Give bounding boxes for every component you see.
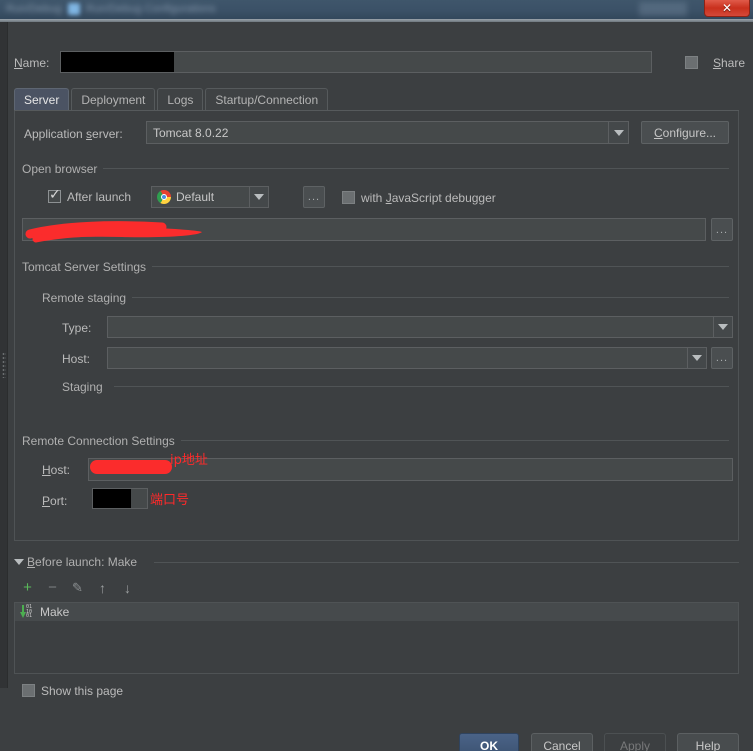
- remote-staging-label: Remote staging: [42, 291, 133, 305]
- make-compile-icon: 01 10 01: [19, 605, 35, 619]
- staging-host-combo[interactable]: [107, 347, 707, 369]
- name-input[interactable]: [60, 51, 652, 73]
- close-button[interactable]: ✕: [704, 0, 750, 17]
- staging-type-label: Type:: [62, 321, 92, 335]
- before-launch-title: Before launch: Make: [27, 555, 144, 569]
- before-launch-line: [154, 562, 739, 563]
- tab-logs[interactable]: Logs: [157, 88, 204, 110]
- titlebar-title: Run/Debug Configurations: [86, 3, 216, 15]
- share-checkbox[interactable]: [685, 56, 698, 69]
- browser-url-input[interactable]: [22, 218, 706, 241]
- host-annotation: ip地址: [170, 453, 208, 468]
- titlebar-right-blur: [639, 2, 687, 16]
- titlebar-app-icon: [68, 3, 80, 15]
- name-label: Name:: [14, 56, 50, 70]
- tab-deployment[interactable]: Deployment: [71, 88, 156, 110]
- list-item[interactable]: 01 10 01 Make: [15, 603, 738, 621]
- tab-server[interactable]: Server: [14, 88, 70, 110]
- configure-button-label: Configure...: [653, 125, 717, 140]
- port-redaction-overlay: [93, 489, 131, 508]
- close-icon: ✕: [721, 1, 733, 15]
- ok-button-label: OK: [480, 738, 498, 751]
- staging-group-label: Staging: [62, 380, 109, 394]
- pencil-icon: ✎: [72, 580, 83, 595]
- browser-ellipsis-button[interactable]: ...: [303, 186, 325, 208]
- help-button-label: Help: [695, 738, 721, 751]
- open-browser-group-label: Open browser: [22, 162, 104, 176]
- remote-host-redaction-scribble: [90, 460, 172, 474]
- move-down-button[interactable]: ↓: [119, 579, 136, 596]
- arrow-down-icon: ↓: [124, 579, 131, 596]
- js-debugger-checkbox[interactable]: [342, 191, 355, 204]
- tab-startup-connection[interactable]: Startup/Connection: [205, 88, 329, 110]
- before-launch-task-list: 01 10 01 Make: [14, 602, 739, 674]
- port-annotation: 端口号: [150, 493, 190, 508]
- after-launch-label: After launch: [67, 190, 132, 204]
- browser-select-combo[interactable]: Default: [151, 186, 269, 208]
- remote-staging-line: [131, 297, 729, 298]
- js-debugger-label: with JavaScript debugger: [361, 191, 496, 205]
- remote-port-input[interactable]: [92, 488, 148, 509]
- apply-button-label: Apply: [619, 738, 651, 751]
- url-ellipsis-label: ...: [715, 223, 729, 236]
- move-up-button[interactable]: ↑: [94, 579, 111, 596]
- show-this-page-checkbox[interactable]: [22, 684, 35, 697]
- staging-host-ellipsis-button[interactable]: ...: [711, 347, 733, 369]
- remote-port-label: Port:: [42, 494, 68, 508]
- staging-host-chevron-down-icon[interactable]: [687, 348, 706, 368]
- chevron-down-icon[interactable]: [608, 122, 628, 143]
- show-this-page-label: Show this page: [41, 684, 124, 698]
- run-debug-configurations-dialog: Name: Share Server Deployment Logs Start…: [0, 22, 753, 751]
- name-label-text: ame:: [22, 56, 50, 70]
- arrow-up-icon: ↑: [99, 579, 106, 596]
- name-redaction-overlay: [61, 52, 174, 72]
- remote-host-label: Host:: [42, 463, 71, 477]
- staging-host-label: Host:: [62, 352, 91, 366]
- remove-task-button[interactable]: −: [44, 579, 61, 596]
- cancel-button[interactable]: Cancel: [531, 733, 593, 751]
- application-server-value: Tomcat 8.0.22: [153, 125, 229, 140]
- remote-connection-line: [180, 440, 729, 441]
- tomcat-settings-line: [152, 266, 729, 267]
- staging-type-chevron-down-icon[interactable]: [713, 317, 732, 337]
- staging-group-line: [114, 386, 729, 387]
- minus-icon: −: [48, 579, 57, 596]
- window-titlebar: Run/Debug Run/Debug Configurations ✕: [0, 0, 753, 19]
- configure-button[interactable]: Configure...: [641, 121, 729, 144]
- titlebar-left-blur-text: Run/Debug: [6, 3, 62, 15]
- share-label: Share: [712, 56, 745, 70]
- chrome-icon: [157, 190, 171, 204]
- plus-icon: +: [23, 579, 32, 596]
- tomcat-server-settings-label: Tomcat Server Settings: [22, 260, 153, 274]
- splitter-handle[interactable]: [2, 352, 6, 378]
- staging-type-combo[interactable]: [107, 316, 733, 338]
- before-launch-collapse-icon[interactable]: [14, 559, 24, 565]
- application-server-label: Application server:: [24, 127, 123, 141]
- application-server-combo[interactable]: Tomcat 8.0.22: [146, 121, 629, 144]
- open-browser-group-line: [98, 168, 729, 169]
- after-launch-checkbox[interactable]: [48, 187, 61, 203]
- cancel-button-label: Cancel: [543, 738, 581, 751]
- url-ellipsis-button[interactable]: ...: [711, 218, 733, 241]
- before-launch-title-text: efore launch: Make: [35, 555, 138, 569]
- list-item-label: Make: [40, 605, 70, 619]
- browser-ellipsis-label: ...: [307, 191, 321, 203]
- apply-button: Apply: [604, 733, 666, 751]
- ok-button[interactable]: OK: [459, 733, 519, 751]
- add-task-button[interactable]: +: [19, 579, 36, 596]
- edit-task-button[interactable]: ✎: [69, 579, 86, 596]
- help-button[interactable]: Help: [677, 733, 739, 751]
- tab-bar: Server Deployment Logs Startup/Connectio…: [14, 88, 330, 110]
- staging-host-ellipsis-label: ...: [715, 352, 729, 364]
- remote-connection-settings-label: Remote Connection Settings: [22, 434, 181, 448]
- browser-chevron-down-icon[interactable]: [249, 187, 268, 207]
